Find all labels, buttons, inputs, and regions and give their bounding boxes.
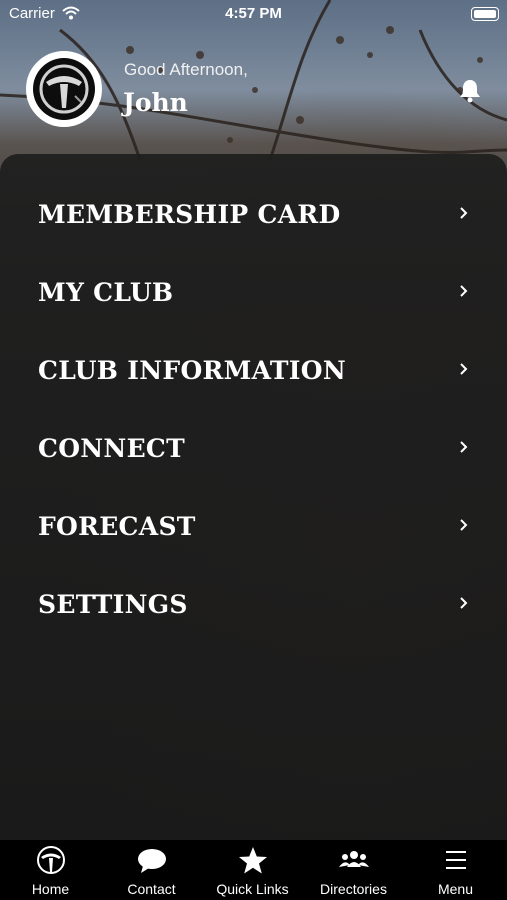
tab-bar: Home Contact Quick Links Directories Men… [0,840,507,900]
menu-item-label: SETTINGS [38,590,188,619]
menu-item-forecast[interactable]: FORECAST [0,484,507,562]
chevron-right-icon [460,363,468,375]
chevron-right-icon [460,597,468,609]
chat-bubble-icon [137,849,166,873]
tab-label: Contact [127,881,176,897]
club-logo-icon [36,846,65,874]
tab-home[interactable]: Home [0,840,101,900]
tab-label: Home [31,881,70,897]
menu-item-label: MEMBERSHIP CARD [38,200,341,229]
menu-item-label: CONNECT [38,434,186,463]
group-icon [338,851,369,867]
status-time: 4:57 PM [225,5,282,22]
menu-item-club-information[interactable]: CLUB INFORMATION [0,328,507,406]
tab-contact[interactable]: Contact [101,840,202,900]
tab-label: Quick Links [216,881,289,897]
tab-label: Menu [437,881,474,897]
menu-item-membership-card[interactable]: MEMBERSHIP CARD [0,172,507,250]
menu-panel: MEMBERSHIP CARD MY CLUB CLUB INFORMATION… [0,154,507,842]
menu-item-my-club[interactable]: MY CLUB [0,250,507,328]
club-logo-icon [39,64,89,114]
tab-quick-links[interactable]: Quick Links [202,840,303,900]
menu-item-settings[interactable]: SETTINGS [0,562,507,640]
tab-label: Directories [320,881,387,897]
chevron-right-icon [460,207,468,219]
user-name: John [123,88,188,117]
bell-icon[interactable] [457,77,483,103]
tab-directories[interactable]: Directories [303,840,404,900]
menu-item-connect[interactable]: CONNECT [0,406,507,484]
status-bar: Carrier 4:57 PM [0,0,507,28]
menu-item-label: MY CLUB [38,278,174,307]
chevron-right-icon [460,519,468,531]
chevron-right-icon [460,441,468,453]
menu-item-label: FORECAST [38,512,196,541]
club-logo[interactable] [26,51,102,127]
chevron-right-icon [460,285,468,297]
menu-item-label: CLUB INFORMATION [38,356,347,385]
tab-menu[interactable]: Menu [404,840,507,900]
battery-icon [471,7,499,21]
greeting-text: Good Afternoon, [124,60,248,79]
star-icon [238,847,267,874]
hamburger-icon [445,851,466,869]
